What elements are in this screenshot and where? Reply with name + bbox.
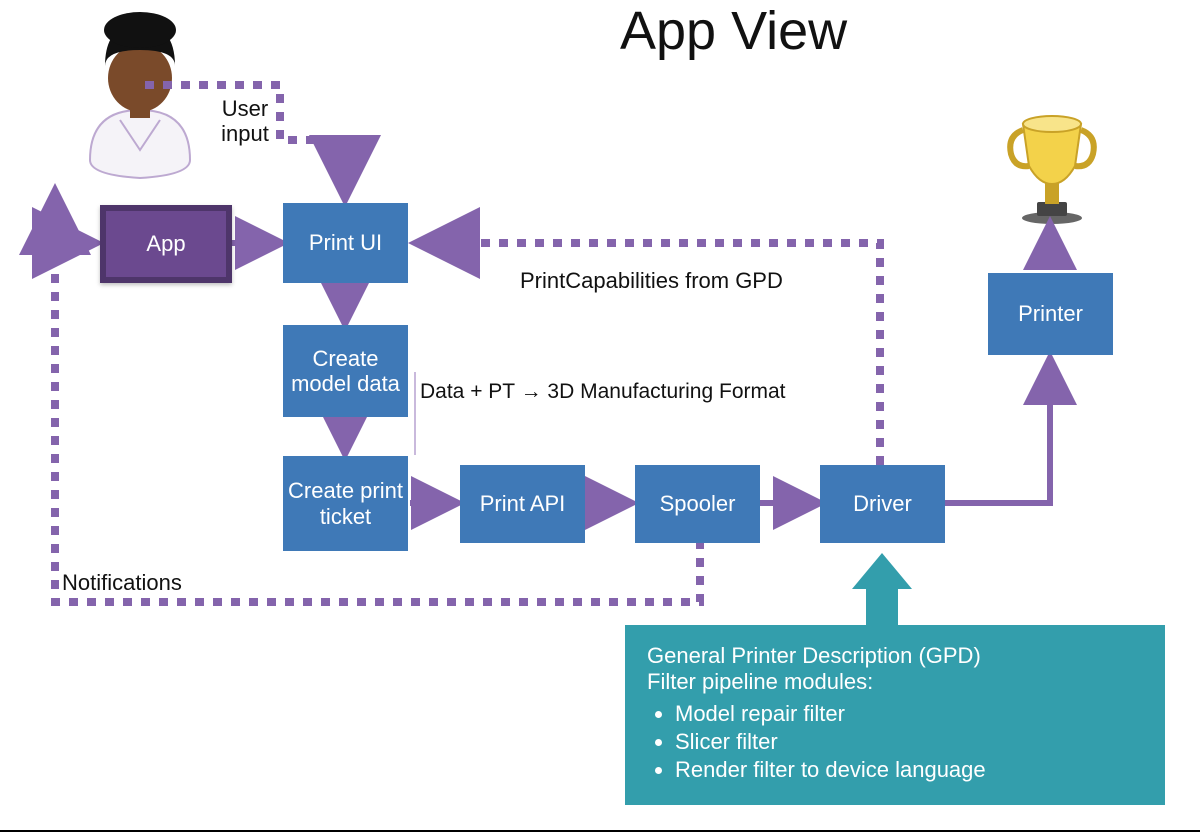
label-notifications: Notifications bbox=[62, 570, 182, 596]
callout-line1: General Printer Description (GPD) bbox=[647, 643, 1143, 669]
box-print-ui: Print UI bbox=[283, 203, 408, 283]
box-driver: Driver bbox=[820, 465, 945, 543]
trophy-icon bbox=[1005, 110, 1100, 230]
callout-bullet: Render filter to device language bbox=[675, 757, 1143, 783]
page-title: App View bbox=[620, 0, 847, 62]
box-printer: Printer bbox=[988, 273, 1113, 355]
callout-bullet: Slicer filter bbox=[675, 729, 1143, 755]
label-data-pt: Data + PT → 3D Manufacturing Format bbox=[420, 380, 786, 404]
box-app: App bbox=[100, 205, 232, 283]
callout-line2: Filter pipeline modules: bbox=[647, 669, 1143, 695]
label-user-input: User input bbox=[200, 96, 290, 147]
box-create-model: Create model data bbox=[283, 325, 408, 417]
box-spooler: Spooler bbox=[635, 465, 760, 543]
callout-arrowhead-icon bbox=[852, 553, 912, 589]
callout-bullet: Model repair filter bbox=[675, 701, 1143, 727]
callout-bullets: Model repair filter Slicer filter Render… bbox=[647, 701, 1143, 783]
label-print-caps: PrintCapabilities from GPD bbox=[520, 268, 783, 294]
diagram-stage: App View bbox=[0, 0, 1200, 832]
callout-panel: General Printer Description (GPD) Filter… bbox=[625, 625, 1165, 805]
user-icon bbox=[75, 10, 205, 185]
box-print-api: Print API bbox=[460, 465, 585, 543]
callout-neck bbox=[866, 588, 898, 628]
box-create-ticket: Create print ticket bbox=[283, 456, 408, 551]
